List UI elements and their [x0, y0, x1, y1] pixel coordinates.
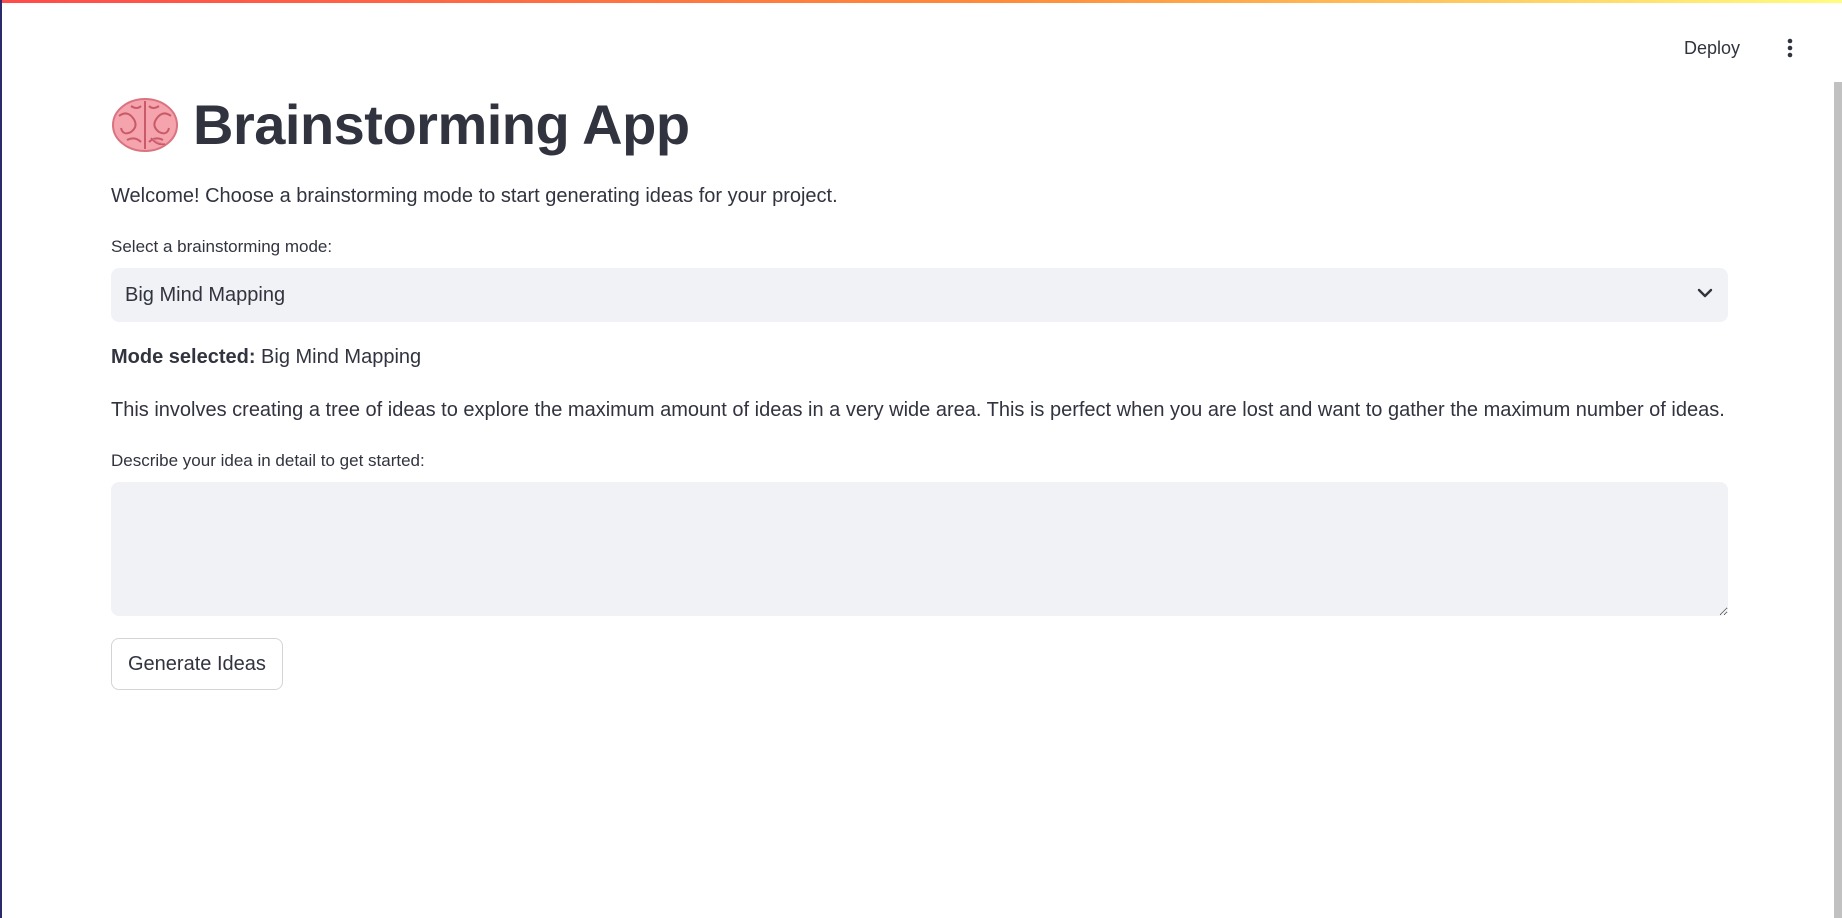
- mode-selected-value: Big Mind Mapping: [261, 346, 422, 368]
- mode-select-label: Select a brainstorming mode:: [111, 237, 333, 256]
- deploy-button[interactable]: Deploy: [1676, 32, 1748, 65]
- idea-input-label: Describe your idea in detail to get star…: [111, 451, 425, 470]
- mode-selected-line: Mode selected: Big Mind Mapping: [111, 342, 1728, 372]
- mode-select[interactable]: Big Mind Mapping: [111, 268, 1728, 322]
- top-decoration-stripe: [0, 0, 1842, 3]
- more-vertical-icon[interactable]: [1778, 36, 1802, 60]
- main-content: Brainstorming App Welcome! Choose a brai…: [111, 90, 1728, 690]
- generate-ideas-button[interactable]: Generate Ideas: [111, 638, 283, 690]
- mode-select-value: Big Mind Mapping: [125, 283, 286, 306]
- welcome-text: Welcome! Choose a brainstorming mode to …: [111, 185, 838, 207]
- brain-icon: [111, 96, 179, 154]
- chevron-down-icon: [1696, 286, 1714, 304]
- window-left-edge: [0, 0, 2, 918]
- mode-description: This involves creating a tree of ideas t…: [111, 399, 1725, 421]
- page-title: Brainstorming App: [193, 93, 690, 156]
- app-header-toolbar: Deploy: [1676, 28, 1802, 68]
- idea-textarea[interactable]: [111, 482, 1728, 616]
- mode-selected-prefix: Mode selected:: [111, 346, 256, 368]
- scrollbar[interactable]: [1834, 82, 1842, 918]
- page-title-row: Brainstorming App: [111, 90, 1728, 160]
